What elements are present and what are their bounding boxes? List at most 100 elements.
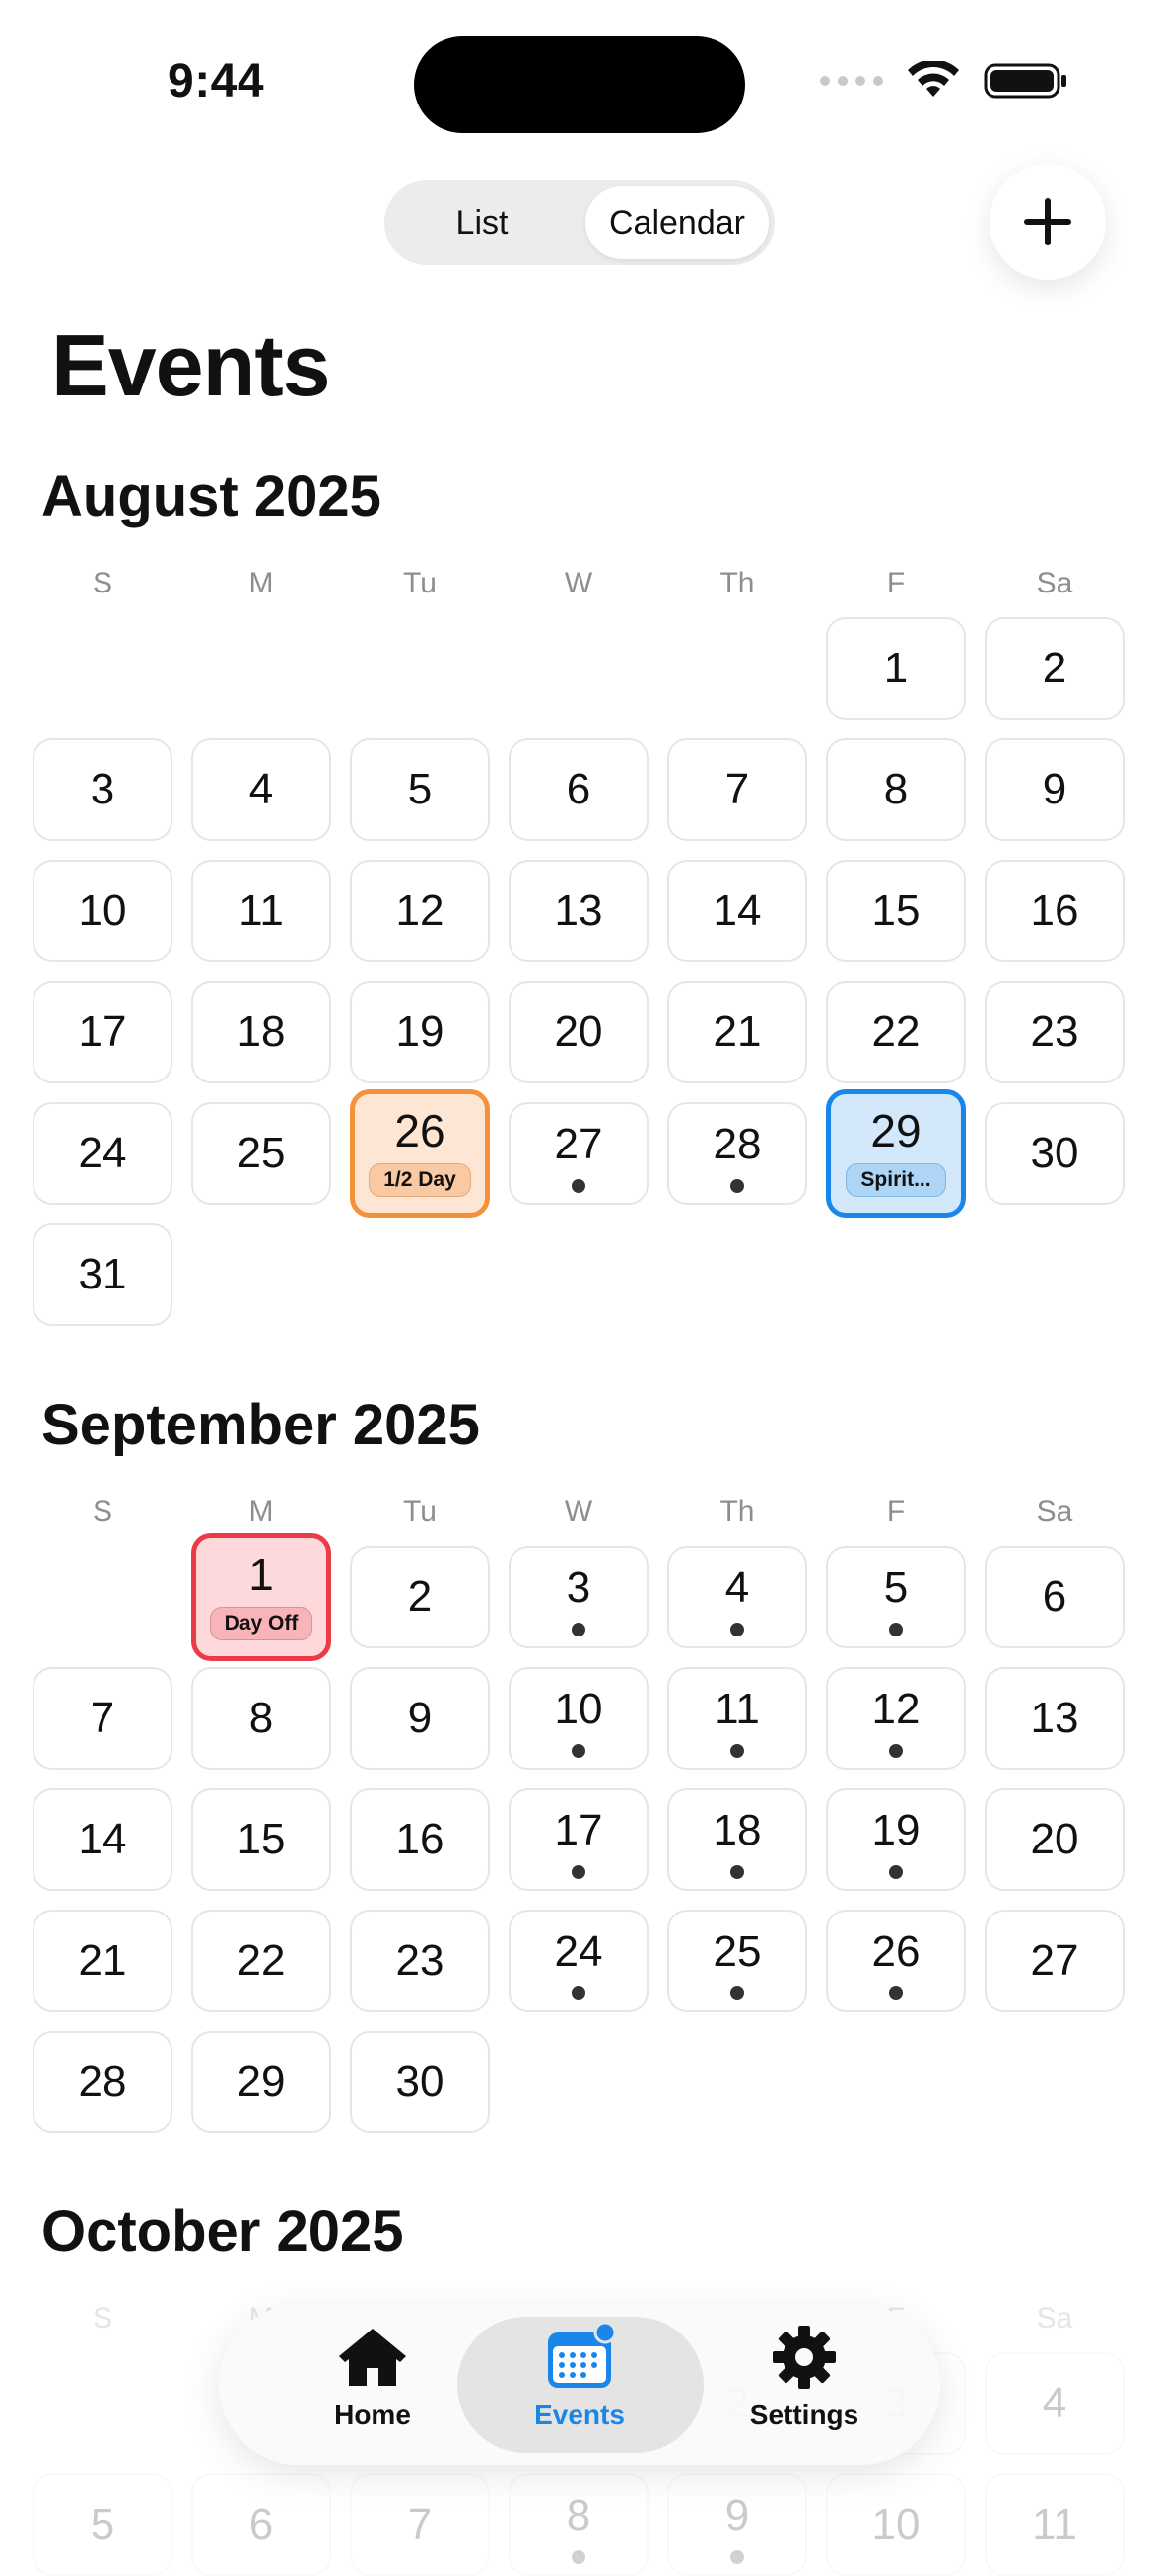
calendar-day[interactable]: 7 xyxy=(33,1667,172,1770)
calendar-view-button[interactable]: Calendar xyxy=(585,186,769,259)
day-number: 24 xyxy=(554,1927,603,1976)
calendar-day[interactable]: 9 xyxy=(985,738,1125,841)
calendar-day[interactable]: 12 xyxy=(350,860,490,962)
calendar-day[interactable]: 6 xyxy=(191,2473,331,2576)
day-number: 30 xyxy=(1030,1129,1079,1177)
day-number: 2 xyxy=(407,1572,433,1621)
calendar-day[interactable]: 18 xyxy=(667,1788,807,1891)
calendar-day[interactable]: 2 xyxy=(350,1546,490,1648)
calendar-day[interactable]: 9 xyxy=(667,2473,807,2576)
calendar-day[interactable]: 24 xyxy=(33,1102,172,1205)
tab-settings[interactable]: Settings xyxy=(706,2323,903,2447)
calendar-day[interactable]: 13 xyxy=(509,860,649,962)
calendar-day[interactable]: 6 xyxy=(509,738,649,841)
calendar-day[interactable]: 14 xyxy=(667,860,807,962)
calendar-day[interactable]: 23 xyxy=(985,981,1125,1083)
day-number: 28 xyxy=(78,2057,127,2106)
calendar-day[interactable]: 3 xyxy=(33,738,172,841)
calendar-day[interactable]: 5 xyxy=(350,738,490,841)
calendar-day[interactable]: 10 xyxy=(509,1667,649,1770)
calendar-day[interactable]: 16 xyxy=(350,1788,490,1891)
calendar-day[interactable]: 12 xyxy=(826,1667,966,1770)
calendar-day[interactable]: 22 xyxy=(191,1910,331,2012)
event-dot-indicator xyxy=(572,1865,585,1879)
calendar-day-event[interactable]: 29 Spirit... xyxy=(826,1089,966,1218)
calendar-day[interactable]: 3 xyxy=(509,1546,649,1648)
calendar-day[interactable]: 8 xyxy=(826,738,966,841)
calendar-day[interactable]: 11 xyxy=(667,1667,807,1770)
add-event-button[interactable] xyxy=(990,164,1106,280)
calendar-day[interactable]: 10 xyxy=(826,2473,966,2576)
calendar-day[interactable]: 25 xyxy=(191,1102,331,1205)
calendar-day[interactable]: 15 xyxy=(191,1788,331,1891)
calendar-day[interactable]: 16 xyxy=(985,860,1125,962)
wifi-icon xyxy=(908,61,959,97)
day-number: 12 xyxy=(871,1685,921,1733)
calendar-day[interactable]: 10 xyxy=(33,860,172,962)
calendar-day[interactable]: 19 xyxy=(826,1788,966,1891)
calendar-day[interactable]: 1 xyxy=(826,617,966,720)
calendar-day[interactable]: 17 xyxy=(509,1788,649,1891)
day-number: 16 xyxy=(1030,886,1079,935)
calendar-day[interactable]: 26 xyxy=(826,1910,966,2012)
day-number: 8 xyxy=(248,1694,274,1742)
calendar-day[interactable]: 20 xyxy=(509,981,649,1083)
calendar-day[interactable]: 23 xyxy=(350,1910,490,2012)
day-number: 20 xyxy=(554,1008,603,1056)
plus-icon xyxy=(1024,198,1071,245)
calendar-day[interactable]: 22 xyxy=(826,981,966,1083)
calendar-day[interactable]: 4 xyxy=(191,738,331,841)
weekday-label: S xyxy=(92,567,112,599)
day-number: 4 xyxy=(724,1564,750,1612)
calendar-day[interactable]: 20 xyxy=(985,1788,1125,1891)
day-number: 8 xyxy=(566,2491,591,2540)
calendar-day[interactable]: 30 xyxy=(350,2031,490,2133)
cellular-signal-icon xyxy=(820,76,883,86)
calendar-day[interactable]: 14 xyxy=(33,1788,172,1891)
day-number: 3 xyxy=(90,765,115,813)
calendar-day[interactable]: 29 xyxy=(191,2031,331,2133)
calendar-day[interactable]: 31 xyxy=(33,1223,172,1326)
calendar-day[interactable]: 4 xyxy=(985,2352,1125,2455)
tab-home[interactable]: Home xyxy=(274,2323,471,2447)
day-number: 17 xyxy=(78,1008,127,1056)
calendar-day[interactable]: 13 xyxy=(985,1667,1125,1770)
calendar-day[interactable]: 30 xyxy=(985,1102,1125,1205)
calendar-day[interactable]: 19 xyxy=(350,981,490,1083)
event-badge: 1/2 Day xyxy=(369,1163,471,1197)
calendar-day[interactable]: 9 xyxy=(350,1667,490,1770)
calendar-day[interactable]: 15 xyxy=(826,860,966,962)
tab-events[interactable]: Events xyxy=(481,2323,678,2447)
day-number: 29 xyxy=(870,1105,922,1156)
calendar-day[interactable]: 5 xyxy=(33,2473,172,2576)
calendar-day[interactable]: 18 xyxy=(191,981,331,1083)
list-view-button[interactable]: List xyxy=(390,186,574,259)
calendar-day[interactable]: 5 xyxy=(826,1546,966,1648)
calendar-day[interactable]: 11 xyxy=(191,860,331,962)
calendar-day[interactable]: 21 xyxy=(33,1910,172,2012)
weekday-label: Sa xyxy=(1036,567,1073,599)
weekday-label: M xyxy=(248,567,274,599)
calendar-day[interactable]: 7 xyxy=(350,2473,490,2576)
calendar-day[interactable]: 17 xyxy=(33,981,172,1083)
calendar-day[interactable]: 27 xyxy=(509,1102,649,1205)
calendar-day[interactable]: 25 xyxy=(667,1910,807,2012)
calendar-day[interactable]: 8 xyxy=(191,1667,331,1770)
calendar-day[interactable]: 24 xyxy=(509,1910,649,2012)
event-dot-indicator xyxy=(889,1986,903,2000)
calendar-day[interactable]: 2 xyxy=(985,617,1125,720)
calendar-day-event[interactable]: 26 1/2 Day xyxy=(350,1089,490,1218)
calendar-day[interactable]: 21 xyxy=(667,981,807,1083)
calendar-day[interactable]: 28 xyxy=(667,1102,807,1205)
calendar-day[interactable]: 27 xyxy=(985,1910,1125,2012)
calendar-day[interactable]: 4 xyxy=(667,1546,807,1648)
calendar-day[interactable]: 11 xyxy=(985,2473,1125,2576)
calendar-day[interactable]: 7 xyxy=(667,738,807,841)
tab-events-label: Events xyxy=(534,2400,625,2430)
calendar-day-event[interactable]: 1 Day Off xyxy=(191,1533,331,1661)
day-number: 14 xyxy=(713,886,762,935)
calendar-day[interactable]: 8 xyxy=(509,2473,649,2576)
calendar-day[interactable]: 6 xyxy=(985,1546,1125,1648)
event-badge: Day Off xyxy=(209,1607,313,1640)
calendar-day[interactable]: 28 xyxy=(33,2031,172,2133)
